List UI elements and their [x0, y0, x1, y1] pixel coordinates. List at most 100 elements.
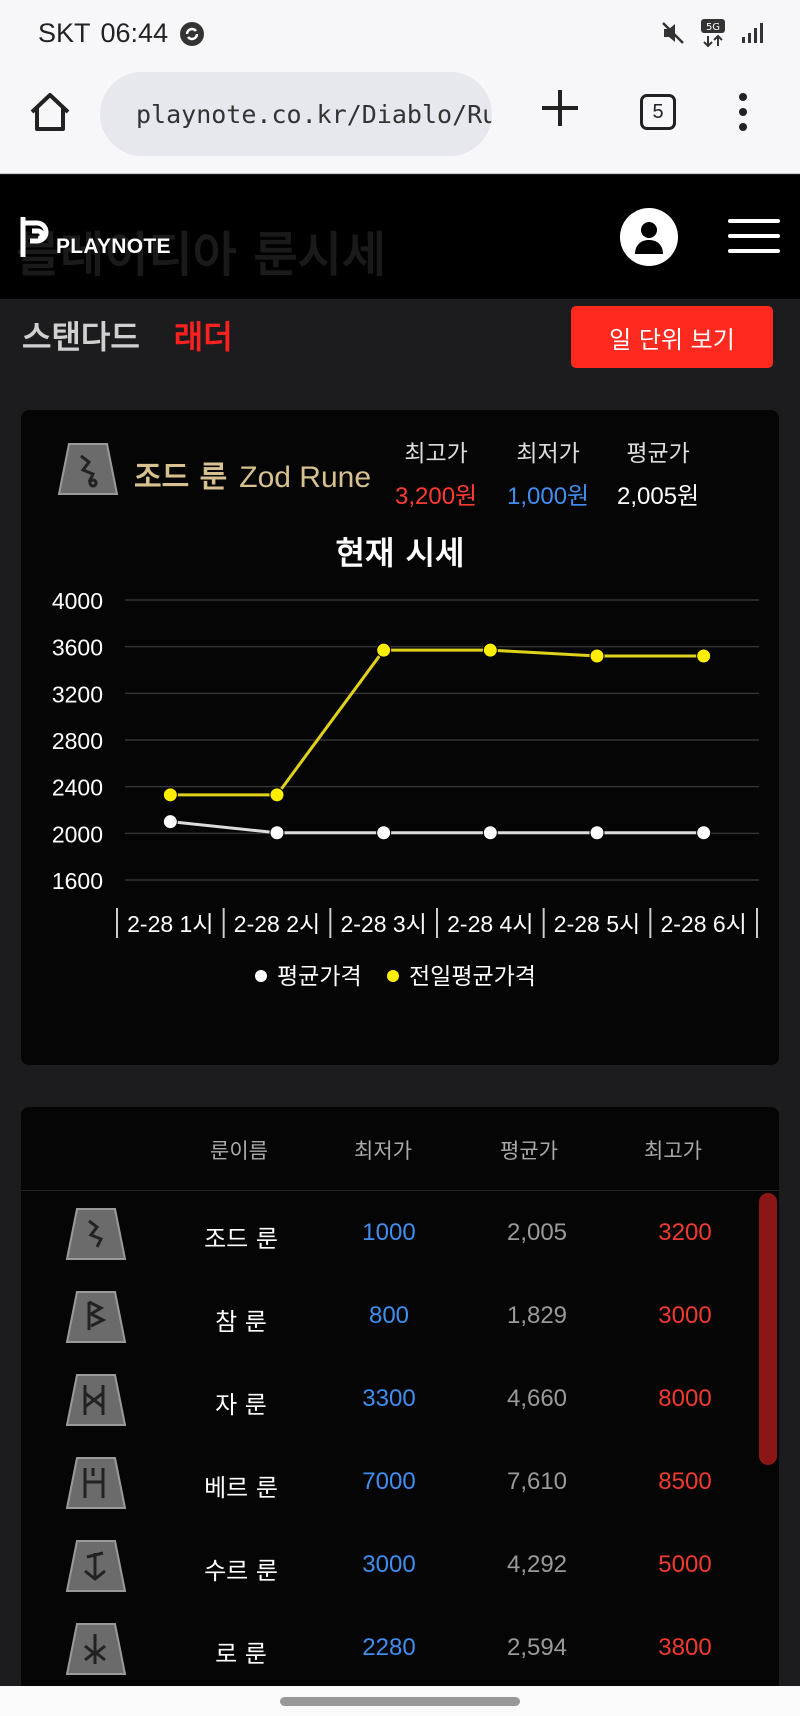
data-point — [376, 825, 392, 841]
table-scrollbar[interactable] — [759, 1193, 777, 1465]
logo-text: PLAYNOTE — [56, 235, 171, 258]
cell-signal-icon — [742, 23, 763, 43]
rune-name: 조드 룬 Zod Rune — [134, 452, 371, 496]
max-price-cell: 5000 — [658, 1551, 712, 1578]
max-price-cell: 8500 — [658, 1468, 712, 1495]
playnote-logo-mark — [20, 217, 49, 257]
min-price-cell: 3000 — [362, 1551, 416, 1578]
user-icon — [635, 222, 663, 254]
rune-icon — [65, 1208, 127, 1260]
sync-icon — [180, 21, 205, 46]
table-header: 룬이름 최저가 평균가 최고가 — [21, 1107, 779, 1191]
table-row[interactable]: 수르 룬 3000 4,292 5000 — [21, 1525, 779, 1608]
new-tab-icon[interactable] — [538, 86, 582, 130]
header-avg-price: 평균가 — [500, 1139, 558, 1163]
y-tick-label: 2400 — [52, 775, 103, 801]
url-text: playnote.co.kr/Diablo/Rur — [136, 99, 492, 129]
rune-icon — [65, 1374, 127, 1426]
x-tick-label: 2-28 2시 — [234, 911, 320, 937]
data-point — [269, 825, 285, 841]
avg-price-cell: 2,594 — [506, 1634, 568, 1661]
series-line — [170, 648, 704, 797]
y-tick-label: 3200 — [52, 681, 103, 707]
legend-label: 전일평균가격 — [409, 964, 536, 990]
header-min-price: 최저가 — [354, 1139, 412, 1163]
rune-name-cell: 자 룬 — [215, 1391, 267, 1419]
rune-name-cell: 로 룬 — [215, 1640, 267, 1668]
tab-switcher-button[interactable]: 5 — [640, 94, 676, 130]
legend-marker — [255, 970, 267, 982]
rune-price-card: 조드 룬 Zod Rune 최고가 3,200원 최저가 1,000원 평균가 2… — [21, 410, 779, 1065]
min-price-cell: 1000 — [362, 1219, 416, 1246]
avg-price-cell: 4,292 — [506, 1551, 568, 1578]
tab-ladder[interactable]: 래더 — [174, 312, 233, 358]
rune-icon — [65, 1457, 127, 1509]
legend-marker — [387, 970, 399, 982]
table-row[interactable]: 조드 룬 1000 2,005 3200 — [21, 1193, 779, 1276]
price-line-chart: 4000 3600 3200 2800 2400 2000 1600 2-28 1시 2-28 … — [52, 588, 759, 990]
playnote-logo[interactable]: PLAYNOTE — [20, 215, 171, 259]
more-menu-icon[interactable] — [738, 90, 748, 134]
legend-label: 평균가격 — [277, 964, 362, 990]
user-avatar-button[interactable] — [620, 208, 678, 266]
max-price-stat: 최고가 3,200원 — [395, 434, 477, 511]
rune-name-cell: 조드 룬 — [204, 1225, 278, 1253]
min-price-cell: 800 — [368, 1302, 410, 1329]
tab-standard[interactable]: 스탠다드 — [22, 312, 140, 358]
data-point — [589, 648, 605, 664]
x-tick-label: 2-28 3시 — [340, 911, 426, 937]
max-price-label: 최고가 — [404, 441, 468, 467]
min-price-label: 최저가 — [516, 441, 580, 467]
hamburger-menu-icon[interactable] — [728, 219, 780, 253]
y-tick-label: 4000 — [52, 588, 103, 614]
x-tick-label: 2-28 4시 — [447, 911, 533, 937]
y-tick-label: 2800 — [52, 728, 103, 754]
max-price-cell: 8000 — [658, 1385, 712, 1412]
table-row[interactable]: 참 룬 800 1,829 3000 — [21, 1276, 779, 1359]
rune-icon — [65, 1623, 127, 1675]
data-point — [696, 648, 712, 664]
daily-view-button[interactable]: 일 단위 보기 — [571, 306, 773, 368]
max-price-cell: 3800 — [658, 1634, 712, 1661]
status-bar: SKT 06:44 5G — [0, 0, 800, 66]
min-price-cell: 2280 — [362, 1634, 416, 1661]
table-row[interactable]: 베르 룬 7000 7,610 8500 — [21, 1442, 779, 1525]
x-tick-label: 2-28 1시 — [127, 911, 213, 937]
avg-price-cell: 7,610 — [506, 1468, 568, 1495]
data-point — [589, 825, 605, 841]
clock: 06:44 — [100, 18, 169, 48]
series-line — [170, 820, 704, 835]
data-point — [162, 787, 178, 803]
home-icon[interactable] — [28, 90, 72, 134]
min-price-cell: 3300 — [362, 1385, 416, 1412]
data-point — [482, 642, 498, 658]
max-price-value: 3,200원 — [395, 483, 478, 510]
y-tick-label: 2000 — [52, 821, 103, 847]
avg-price-value: 2,005원 — [617, 483, 700, 510]
y-tick-label: 1600 — [52, 868, 103, 894]
avg-price-cell: 2,005 — [506, 1219, 568, 1246]
data-point — [696, 825, 712, 841]
y-tick-label: 3600 — [52, 635, 103, 661]
min-price-stat: 최저가 1,000원 — [507, 434, 589, 511]
x-tick-label: 2-28 6시 — [660, 911, 746, 937]
max-price-cell: 3000 — [658, 1302, 712, 1329]
table-row[interactable]: 자 룬 3300 4,660 8000 — [21, 1359, 779, 1442]
home-gesture-handle[interactable] — [280, 1697, 520, 1706]
rune-name-cell: 참 룬 — [215, 1308, 267, 1336]
x-tick-label: 2-28 5시 — [554, 911, 640, 937]
data-point — [376, 642, 392, 658]
browser-toolbar: playnote.co.kr/Diablo/Rur 5 — [0, 66, 800, 174]
min-price-value: 1,000원 — [507, 483, 590, 510]
table-row[interactable]: 로 룬 2280 2,594 3800 — [21, 1608, 779, 1691]
data-point — [269, 787, 285, 803]
avg-price-stat: 평균가 2,005원 — [617, 434, 699, 511]
rune-name-cell: 베르 룬 — [204, 1474, 278, 1502]
mute-icon — [662, 22, 684, 44]
avg-price-cell: 1,829 — [506, 1302, 568, 1329]
data-point — [162, 814, 178, 830]
server-mode-tabs: 스탠다드 래더 — [22, 312, 233, 358]
max-price-cell: 3200 — [658, 1219, 712, 1246]
address-bar[interactable]: playnote.co.kr/Diablo/Rur — [100, 72, 492, 156]
rune-name-korean: 조드 룬 — [134, 460, 228, 495]
